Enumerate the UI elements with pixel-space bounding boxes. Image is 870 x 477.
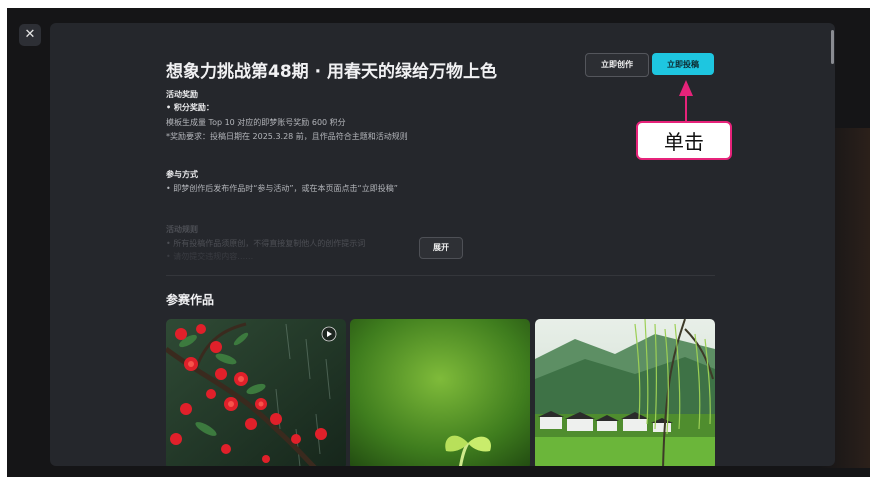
work-thumbnail-3[interactable]: [535, 319, 715, 466]
participate-heading: 参与方式: [166, 170, 198, 179]
rewards-line-1: 模板生成量 Top 10 对应的即梦账号奖励 600 积分: [166, 118, 346, 127]
red-blossoms-image: [166, 319, 346, 466]
expand-button[interactable]: 展开: [419, 237, 463, 259]
green-sprout-image: [350, 319, 530, 466]
rules-line-2: • 请勿提交违规内容……: [166, 252, 254, 261]
create-now-button[interactable]: 立即创作: [585, 53, 649, 77]
page-title: 想象力挑战第48期 · 用春天的绿给万物上色: [166, 62, 497, 82]
activity-panel: 想象力挑战第48期 · 用春天的绿给万物上色 立即创作 立即投稿 活动奖励 • …: [50, 23, 835, 466]
submit-now-button[interactable]: 立即投稿: [652, 53, 714, 75]
works-heading: 参赛作品: [166, 293, 215, 307]
arrow-up-icon: [679, 80, 693, 122]
section-divider: [166, 275, 715, 276]
click-annotation: 单击: [636, 121, 732, 160]
rules-line-1: • 所有投稿作品须原创，不得直接复制他人的创作提示词: [166, 239, 366, 248]
participate-line-1: • 即梦创作后发布作品时“参与活动”，或在本页面点击“立即投稿”: [166, 184, 398, 193]
scrollbar[interactable]: [831, 30, 834, 64]
close-button[interactable]: ✕: [19, 24, 41, 46]
rules-heading: 活动规则: [166, 225, 198, 234]
app-window: ✕ 想象力挑战第48期 · 用春天的绿给万物上色 立即创作 立即投稿 活动奖励 …: [7, 8, 870, 477]
rewards-line-2: *奖励要求：投稿日期在 2025.3.28 前，且作品符合主题和活动规则: [166, 132, 408, 141]
village-willows-image: [535, 319, 715, 466]
rewards-heading: 活动奖励: [166, 90, 198, 99]
work-thumbnail-1[interactable]: [166, 319, 346, 466]
close-icon: ✕: [24, 27, 36, 42]
points-reward-subheading: • 积分奖励：: [166, 103, 214, 112]
work-thumbnail-2[interactable]: [350, 319, 530, 466]
